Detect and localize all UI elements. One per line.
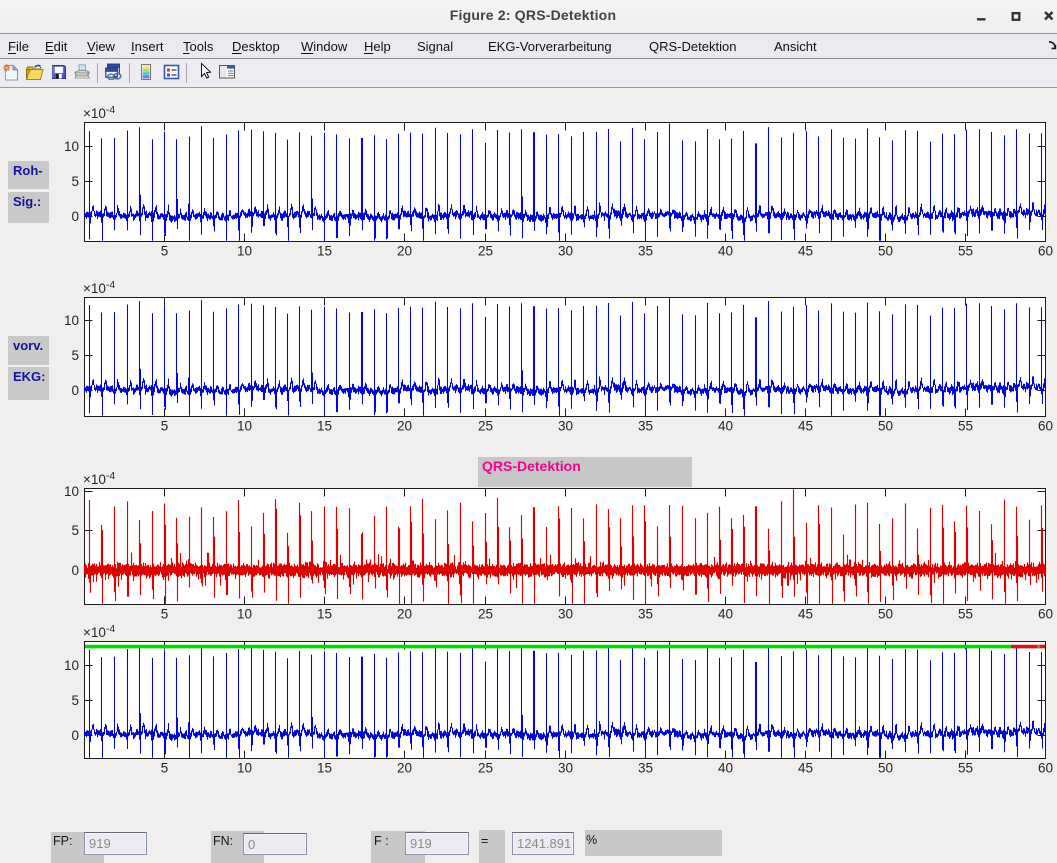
svg-text:×10-4: ×10-4 [83, 623, 115, 640]
svg-text:45: 45 [798, 244, 813, 259]
svg-text:35: 35 [638, 244, 653, 259]
svg-text:10: 10 [64, 658, 79, 673]
svg-text:×10-4: ×10-4 [83, 104, 115, 121]
svg-text:50: 50 [878, 419, 893, 434]
svg-text:10: 10 [237, 607, 252, 622]
svg-text:40: 40 [718, 761, 733, 776]
svg-text:60: 60 [1038, 607, 1053, 622]
svg-text:30: 30 [558, 607, 573, 622]
svg-text:×10-4: ×10-4 [83, 279, 115, 296]
svg-text:10: 10 [237, 761, 252, 776]
svg-text:60: 60 [1038, 419, 1053, 434]
svg-text:15: 15 [317, 761, 332, 776]
svg-text:50: 50 [878, 607, 893, 622]
svg-text:25: 25 [478, 761, 493, 776]
svg-text:15: 15 [317, 607, 332, 622]
svg-text:10: 10 [237, 244, 252, 259]
svg-text:20: 20 [397, 607, 412, 622]
svg-text:×10-4: ×10-4 [83, 470, 115, 487]
svg-text:25: 25 [478, 244, 493, 259]
svg-text:15: 15 [317, 244, 332, 259]
svg-text:5: 5 [71, 348, 79, 363]
svg-text:55: 55 [958, 761, 973, 776]
svg-text:0: 0 [71, 563, 79, 578]
svg-text:30: 30 [558, 244, 573, 259]
svg-text:40: 40 [718, 607, 733, 622]
svg-text:40: 40 [718, 244, 733, 259]
svg-text:0: 0 [71, 728, 79, 743]
svg-text:10: 10 [64, 139, 79, 154]
svg-text:40: 40 [718, 419, 733, 434]
svg-text:45: 45 [798, 761, 813, 776]
svg-text:5: 5 [161, 607, 169, 622]
svg-text:55: 55 [958, 244, 973, 259]
svg-text:25: 25 [478, 419, 493, 434]
svg-text:20: 20 [397, 419, 412, 434]
svg-text:20: 20 [397, 761, 412, 776]
svg-text:10: 10 [237, 419, 252, 434]
svg-text:15: 15 [317, 419, 332, 434]
svg-text:0: 0 [71, 209, 79, 224]
svg-text:55: 55 [958, 419, 973, 434]
svg-text:5: 5 [161, 244, 169, 259]
svg-text:55: 55 [958, 607, 973, 622]
svg-text:45: 45 [798, 419, 813, 434]
svg-text:5: 5 [71, 693, 79, 708]
svg-text:0: 0 [71, 383, 79, 398]
svg-text:50: 50 [878, 761, 893, 776]
svg-text:35: 35 [638, 761, 653, 776]
svg-text:50: 50 [878, 244, 893, 259]
svg-text:30: 30 [558, 761, 573, 776]
svg-text:5: 5 [71, 174, 79, 189]
svg-text:5: 5 [161, 761, 169, 776]
svg-text:10: 10 [64, 313, 79, 328]
svg-text:5: 5 [161, 419, 169, 434]
svg-text:60: 60 [1038, 244, 1053, 259]
svg-text:45: 45 [798, 607, 813, 622]
svg-text:35: 35 [638, 419, 653, 434]
svg-text:35: 35 [638, 607, 653, 622]
svg-text:5: 5 [71, 523, 79, 538]
svg-text:10: 10 [64, 484, 79, 499]
svg-text:60: 60 [1038, 761, 1053, 776]
svg-text:30: 30 [558, 419, 573, 434]
svg-text:25: 25 [478, 607, 493, 622]
svg-text:20: 20 [397, 244, 412, 259]
